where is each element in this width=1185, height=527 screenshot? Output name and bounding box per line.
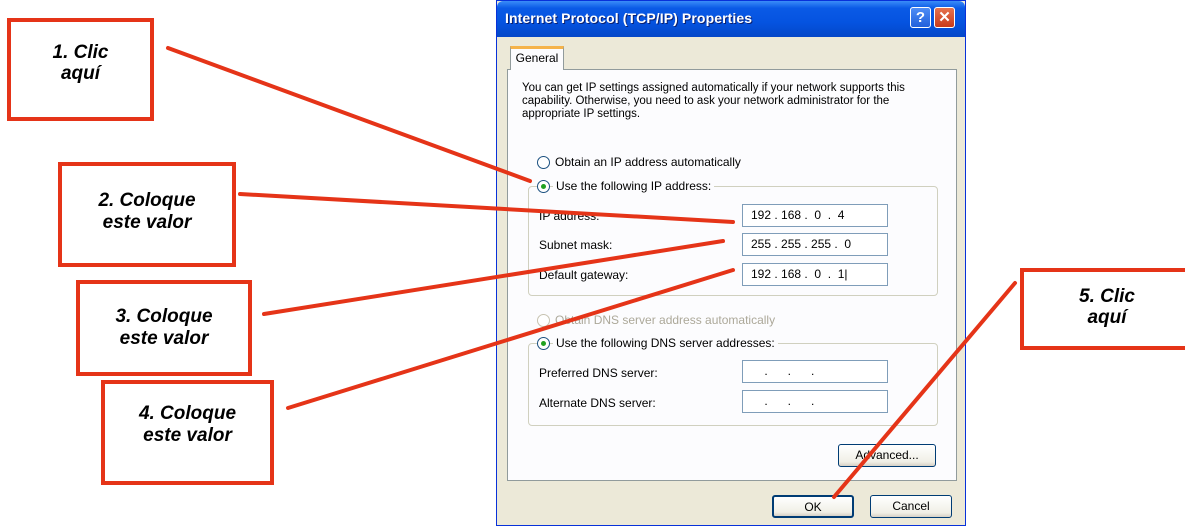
description-text: You can get IP settings assigned automat… <box>522 82 905 120</box>
ip-address-label: IP address: <box>539 209 600 223</box>
dialog-title: Internet Protocol (TCP/IP) Properties <box>505 10 753 26</box>
obtain-dns-label[interactable]: Obtain DNS server address automatically <box>555 313 775 327</box>
callout-step-4: 4. Coloque este valor <box>101 380 274 485</box>
close-icon[interactable]: ✕ <box>934 7 955 28</box>
title-bar[interactable]: Internet Protocol (TCP/IP) Properties ? … <box>497 1 965 37</box>
help-icon[interactable]: ? <box>910 7 931 28</box>
subnet-mask-label: Subnet mask: <box>539 238 613 252</box>
obtain-dns-radio[interactable] <box>537 314 550 327</box>
obtain-ip-radio[interactable] <box>537 156 550 169</box>
preferred-dns-label: Preferred DNS server: <box>539 366 658 380</box>
alternate-dns-field[interactable]: . . . <box>742 390 888 413</box>
callout-step-2-line2: este valor <box>102 212 192 233</box>
callout-step-2-line1: 2. Coloque <box>98 190 196 211</box>
dns-settings-group <box>528 343 938 426</box>
callout-step-4-line1: 4. Coloque <box>138 403 237 424</box>
general-panel: You can get IP settings assigned automat… <box>507 69 957 481</box>
callout-step-4-line2: este valor <box>143 425 232 446</box>
callout-step-3-line2: este valor <box>119 328 209 349</box>
callout-step-3: 3. Coloque este valor <box>76 280 252 376</box>
use-ip-label[interactable]: Use the following IP address: <box>553 179 715 193</box>
callout-step-1-line2: aquí <box>60 63 101 84</box>
callout-step-1: 1. Clic aquí <box>7 18 154 121</box>
use-dns-radio[interactable] <box>537 337 550 350</box>
subnet-mask-field[interactable]: 255 . 255 . 255 . 0 <box>742 233 888 256</box>
advanced-button[interactable]: Advanced... <box>838 444 936 467</box>
callout-step-5: 5. Clic aquí <box>1020 268 1185 350</box>
obtain-ip-label[interactable]: Obtain an IP address automatically <box>555 155 741 169</box>
ok-button[interactable]: OK <box>772 495 854 518</box>
callout-step-3-line1: 3. Coloque <box>115 306 213 327</box>
callout-step-1-line1: 1. Clic <box>52 42 109 63</box>
callout-step-2: 2. Coloque este valor <box>58 162 236 267</box>
ip-address-field[interactable]: 192 . 168 . 0 . 4 <box>742 204 888 227</box>
use-ip-radio[interactable] <box>537 180 550 193</box>
default-gateway-label: Default gateway: <box>539 268 629 282</box>
alternate-dns-label: Alternate DNS server: <box>539 396 656 410</box>
default-gateway-field[interactable]: 192 . 168 . 0 . 1| <box>742 263 888 286</box>
callout-step-5-line1: 5. Clic <box>1079 286 1135 307</box>
tab-general[interactable]: General <box>510 46 564 70</box>
preferred-dns-field[interactable]: . . . <box>742 360 888 383</box>
tcpip-properties-dialog: Internet Protocol (TCP/IP) Properties ? … <box>496 0 966 526</box>
callout-step-5-line2: aquí <box>1087 307 1127 328</box>
use-dns-label[interactable]: Use the following DNS server addresses: <box>553 336 778 350</box>
cancel-button[interactable]: Cancel <box>870 495 952 518</box>
